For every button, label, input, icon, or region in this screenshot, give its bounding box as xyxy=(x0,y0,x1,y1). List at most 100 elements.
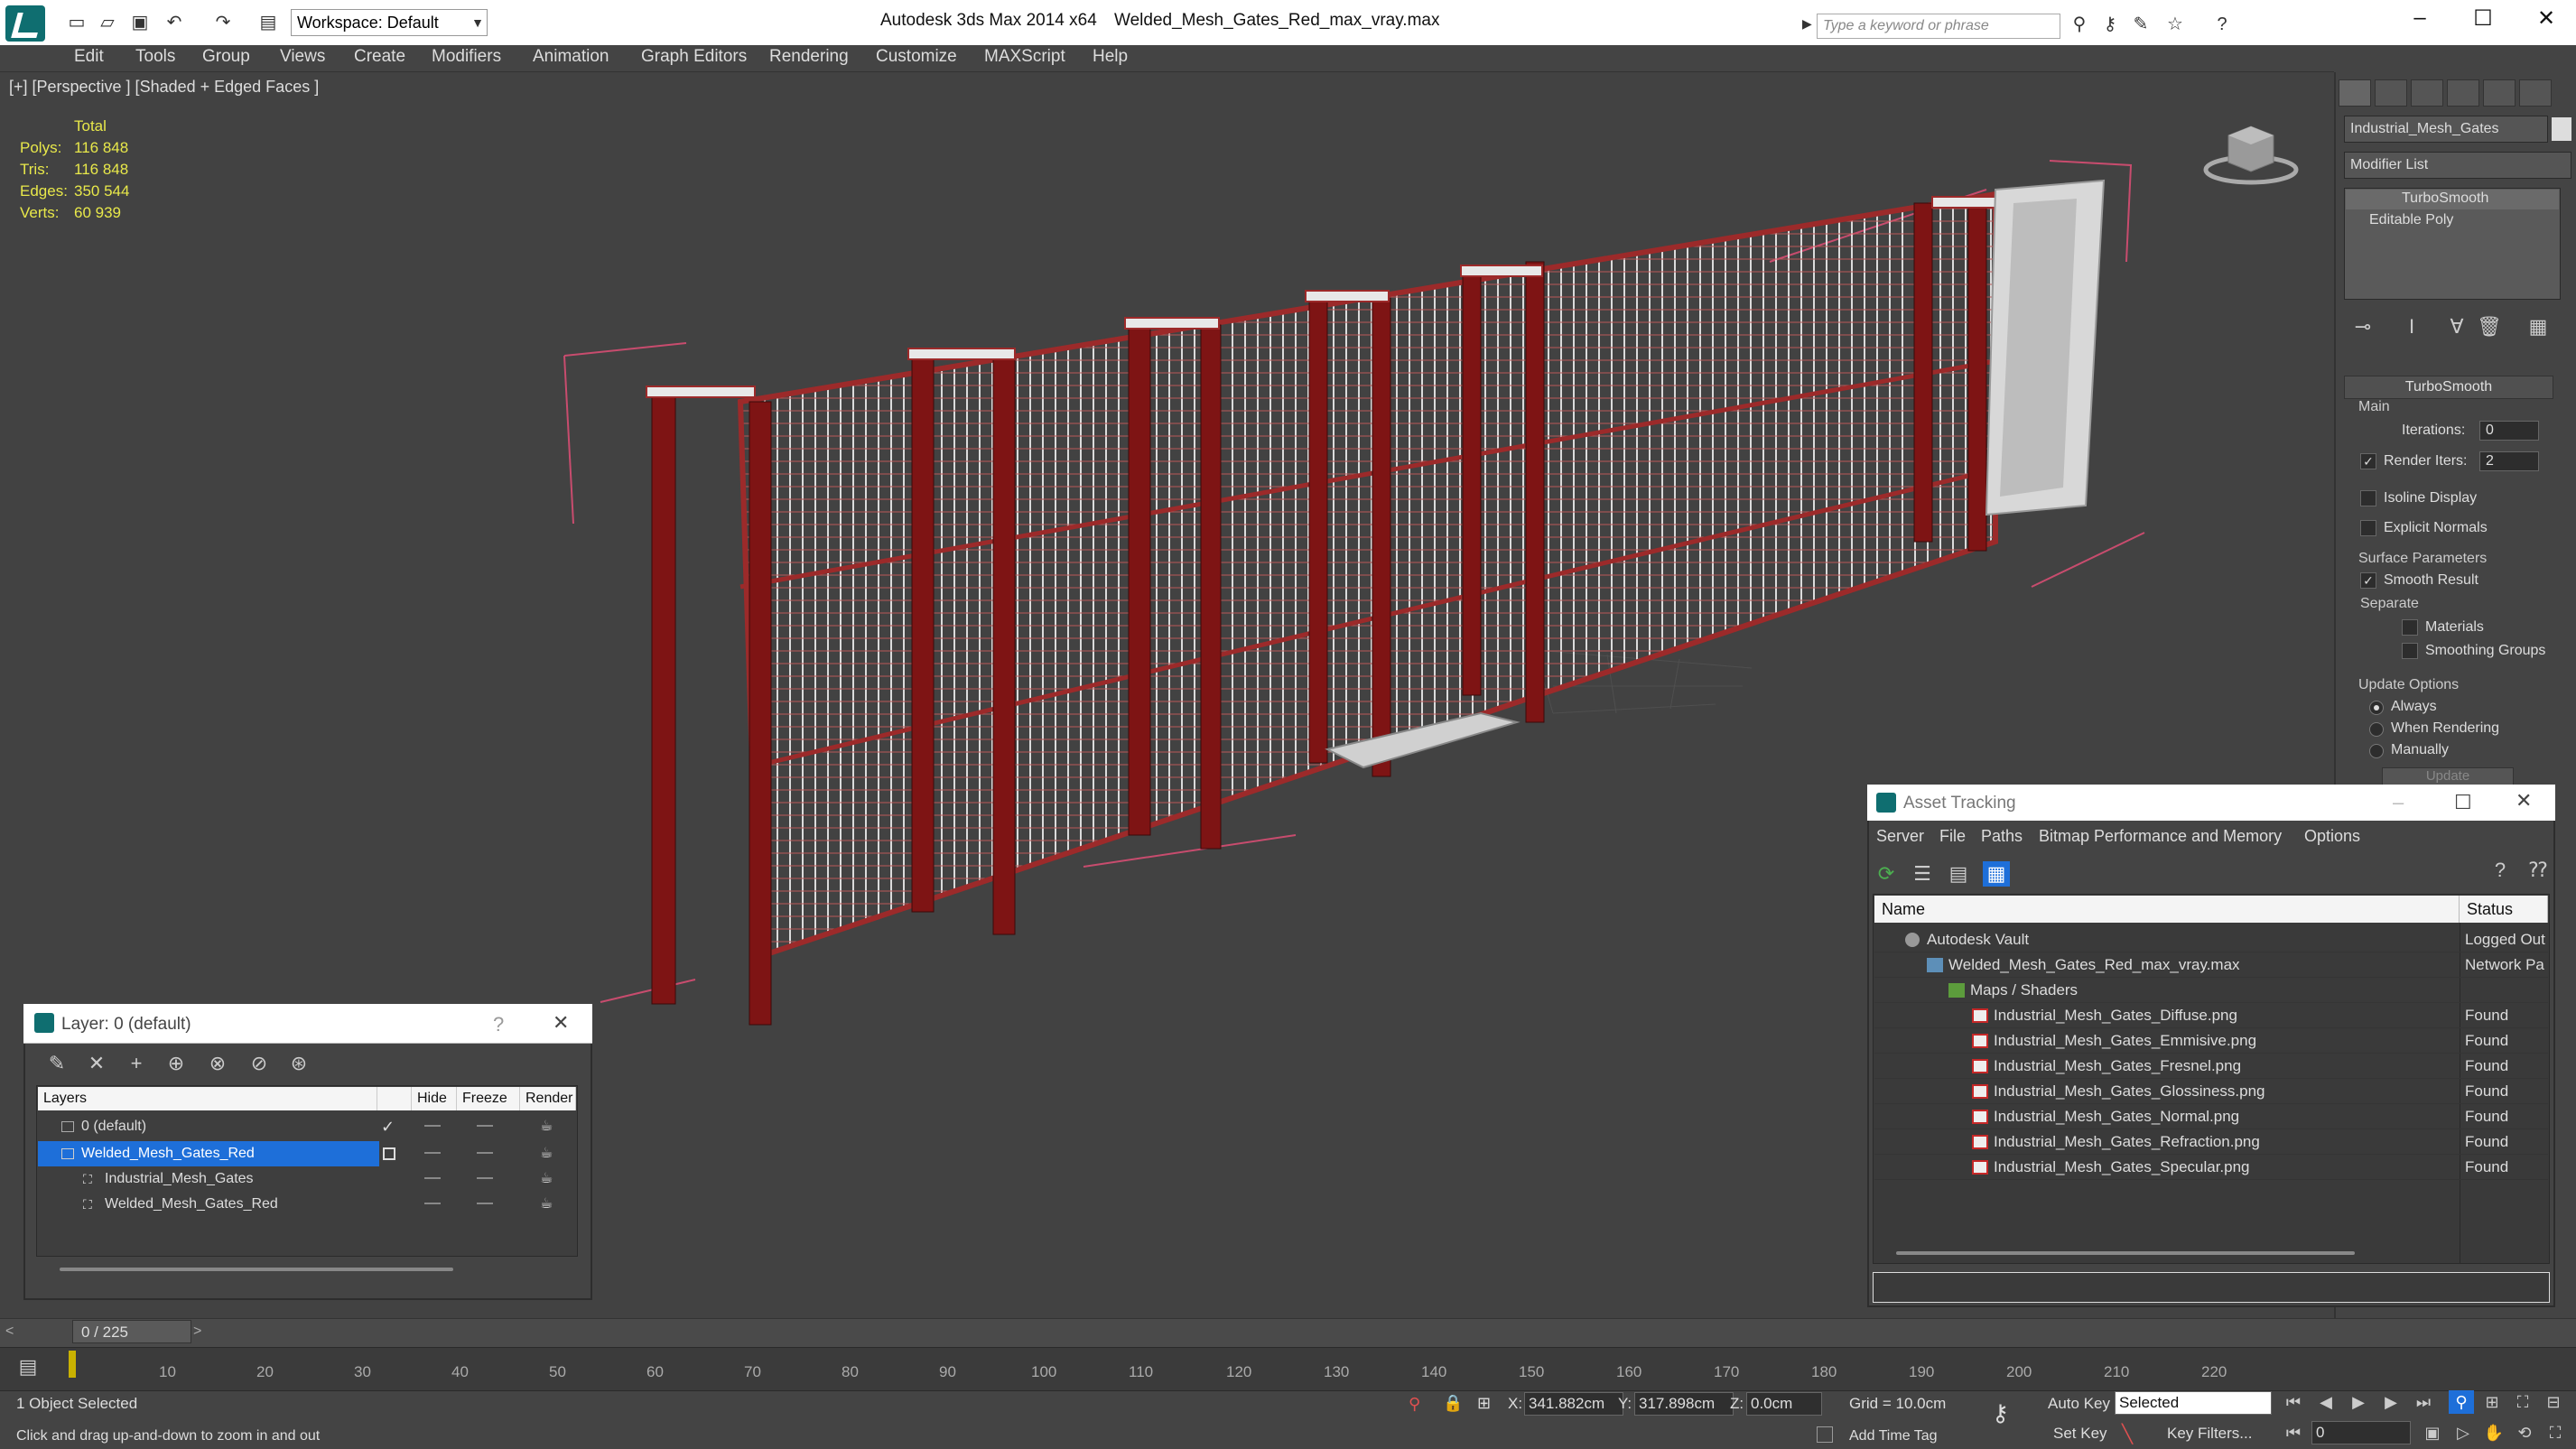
menu-animation[interactable]: Animation xyxy=(533,47,609,67)
asset-path-field[interactable] xyxy=(1873,1272,2550,1303)
freeze-toggle[interactable] xyxy=(477,1125,493,1127)
x-coord-field[interactable]: 341.882cm xyxy=(1524,1392,1623,1416)
menu-tools[interactable]: Tools xyxy=(135,47,175,67)
save-icon[interactable]: ▣ xyxy=(130,13,150,33)
list-view-icon[interactable]: ☰ xyxy=(1909,861,1936,887)
configure-modifier-sets-icon[interactable]: ▦ xyxy=(2525,314,2552,339)
table-row[interactable]: Industrial_Mesh_Gates_Fresnel.png Found xyxy=(1874,1054,2548,1079)
time-prev-icon[interactable]: < xyxy=(5,1324,14,1340)
asset-menu-paths[interactable]: Paths xyxy=(1981,827,2023,846)
menu-help[interactable]: Help xyxy=(1093,47,1128,67)
highlight-layer-icon[interactable]: ⊗ xyxy=(204,1051,231,1076)
menu-group[interactable]: Group xyxy=(202,47,250,67)
menu-customize[interactable]: Customize xyxy=(876,47,957,67)
next-frame-icon[interactable]: ▶ xyxy=(2378,1390,2404,1414)
table-row[interactable]: Industrial_Mesh_Gates_Emmisive.png Found xyxy=(1874,1028,2548,1054)
freeze-toggle[interactable] xyxy=(477,1177,493,1179)
maximize-viewport-icon[interactable]: ⛶ xyxy=(2543,1421,2568,1444)
table-row[interactable]: Industrial_Mesh_Gates_Normal.png Found xyxy=(1874,1104,2548,1129)
motion-tab-icon[interactable] xyxy=(2447,79,2479,107)
asset-close-button[interactable]: ✕ xyxy=(2516,789,2532,813)
render-teapot-icon[interactable]: ☕ xyxy=(540,1114,553,1139)
asset-help-alt-icon[interactable]: ⁇ xyxy=(2525,858,2552,883)
time-slider[interactable] xyxy=(0,1318,2576,1347)
table-row[interactable]: ⛶ Industrial_Mesh_Gates ☕ xyxy=(38,1166,576,1192)
absolute-mode-icon[interactable]: ⊞ xyxy=(1477,1394,1491,1413)
layer-horizontal-scrollbar[interactable] xyxy=(60,1268,453,1271)
help-icon[interactable]: ? xyxy=(2212,14,2232,34)
hide-toggle[interactable] xyxy=(424,1152,441,1154)
layer-close-button[interactable]: ✕ xyxy=(553,1011,569,1035)
smooth-result-checkbox[interactable]: ✓ xyxy=(2360,572,2376,589)
time-next-icon[interactable]: > xyxy=(193,1324,201,1340)
viewcube-icon[interactable] xyxy=(2201,117,2301,190)
table-row[interactable]: Industrial_Mesh_Gates_Specular.png Found xyxy=(1874,1155,2548,1180)
table-row[interactable]: 0 (default) ✓ ☕ xyxy=(38,1114,576,1139)
explicit-normals-checkbox[interactable] xyxy=(2360,520,2376,536)
asset-horizontal-scrollbar[interactable] xyxy=(1896,1251,2355,1255)
play-icon[interactable]: ▶ xyxy=(2346,1390,2371,1414)
undo-icon[interactable]: ↶ xyxy=(164,13,184,33)
layer-help-button[interactable]: ? xyxy=(493,1013,504,1036)
manually-radio[interactable] xyxy=(2369,744,2384,758)
table-row[interactable]: Welded_Mesh_Gates_Red_max_vray.max Netwo… xyxy=(1874,952,2548,978)
make-current-checkbox[interactable] xyxy=(383,1147,395,1160)
modify-tab-icon[interactable] xyxy=(2375,79,2407,107)
redo-icon[interactable]: ↷ xyxy=(213,13,233,33)
asset-menu-server[interactable]: Server xyxy=(1876,827,1924,846)
object-name-field[interactable]: Industrial_Mesh_Gates xyxy=(2344,116,2548,143)
key-mode-icon[interactable]: ╲ xyxy=(2122,1423,2133,1445)
hide-toggle[interactable] xyxy=(424,1177,441,1179)
table-row[interactable]: Maps / Shaders xyxy=(1874,978,2548,1003)
materials-checkbox[interactable] xyxy=(2402,619,2418,636)
status-column-header[interactable]: Status xyxy=(2460,896,2548,923)
asset-menu-bitmap-performance[interactable]: Bitmap Performance and Memory xyxy=(2039,827,2282,846)
current-frame-marker[interactable] xyxy=(69,1351,76,1378)
select-layer-objects-icon[interactable]: ⊕ xyxy=(163,1051,190,1076)
make-unique-icon[interactable]: ∀ xyxy=(2443,314,2470,339)
delete-layer-icon[interactable]: ✕ xyxy=(83,1051,110,1076)
freeze-column-header[interactable]: Freeze xyxy=(457,1087,520,1110)
zoom-all-icon[interactable]: ⊞ xyxy=(2479,1390,2505,1414)
table-row[interactable]: Autodesk Vault Logged Out xyxy=(1874,927,2548,952)
favorites-star-icon[interactable]: ☆ xyxy=(2165,14,2185,34)
set-key-icon[interactable]: ⚷ xyxy=(1992,1399,2009,1427)
new-layer-icon[interactable]: ✎ xyxy=(43,1051,70,1076)
new-file-icon[interactable]: ▭ xyxy=(67,13,87,33)
key-mode-toggle-icon[interactable]: ⏮ xyxy=(2281,1421,2306,1444)
app-logo-icon[interactable] xyxy=(5,5,45,42)
stack-item-editable-poly[interactable]: Editable Poly xyxy=(2369,212,2453,228)
menu-maxscript[interactable]: MAXScript xyxy=(984,47,1065,67)
go-to-end-icon[interactable]: ⏭ xyxy=(2411,1390,2436,1414)
table-row[interactable]: ⛶ Welded_Mesh_Gates_Red ☕ xyxy=(38,1192,576,1217)
render-teapot-icon[interactable]: ☕ xyxy=(540,1192,553,1217)
update-button[interactable]: Update xyxy=(2382,767,2514,785)
time-tag-icon[interactable] xyxy=(1817,1426,1833,1443)
detail-view-icon[interactable]: ▤ xyxy=(1945,861,1972,887)
minimize-button[interactable]: – xyxy=(2397,5,2442,31)
curve-editor-icon[interactable]: ▤ xyxy=(14,1354,42,1379)
close-button[interactable]: ✕ xyxy=(2524,5,2569,32)
asset-menu-file[interactable]: File xyxy=(1939,827,1966,846)
open-file-icon[interactable]: ▱ xyxy=(98,13,117,33)
trackbar[interactable] xyxy=(0,1347,2576,1390)
render-teapot-icon[interactable]: ☕ xyxy=(540,1166,553,1192)
menu-create[interactable]: Create xyxy=(354,47,405,67)
menu-edit[interactable]: Edit xyxy=(74,47,104,67)
maximize-button[interactable]: ☐ xyxy=(2460,5,2506,32)
render-column-header[interactable]: Render xyxy=(520,1087,576,1110)
table-view-icon[interactable]: ▦ xyxy=(1983,861,2010,887)
z-coord-field[interactable]: 0.0cm xyxy=(1746,1392,1822,1416)
zoom-extents-all-icon[interactable]: ⊟ xyxy=(2541,1390,2566,1414)
project-folder-icon[interactable]: ▤ xyxy=(258,13,278,33)
field-of-view-icon[interactable]: ▷ xyxy=(2450,1421,2476,1444)
add-time-tag[interactable]: Add Time Tag xyxy=(1849,1428,1938,1444)
iterations-spinner[interactable]: 0 xyxy=(2479,421,2539,441)
communication-icon[interactable]: ✎ xyxy=(2131,14,2151,34)
object-color-swatch[interactable] xyxy=(2552,117,2571,141)
smoothing-groups-checkbox[interactable] xyxy=(2402,643,2418,659)
menu-graph-editors[interactable]: Graph Editors xyxy=(641,47,747,67)
hide-all-layers-icon[interactable]: ⊘ xyxy=(246,1051,273,1076)
key-filters-button[interactable]: Key Filters... xyxy=(2167,1425,2252,1443)
name-column-header[interactable]: Name xyxy=(1874,896,2460,923)
